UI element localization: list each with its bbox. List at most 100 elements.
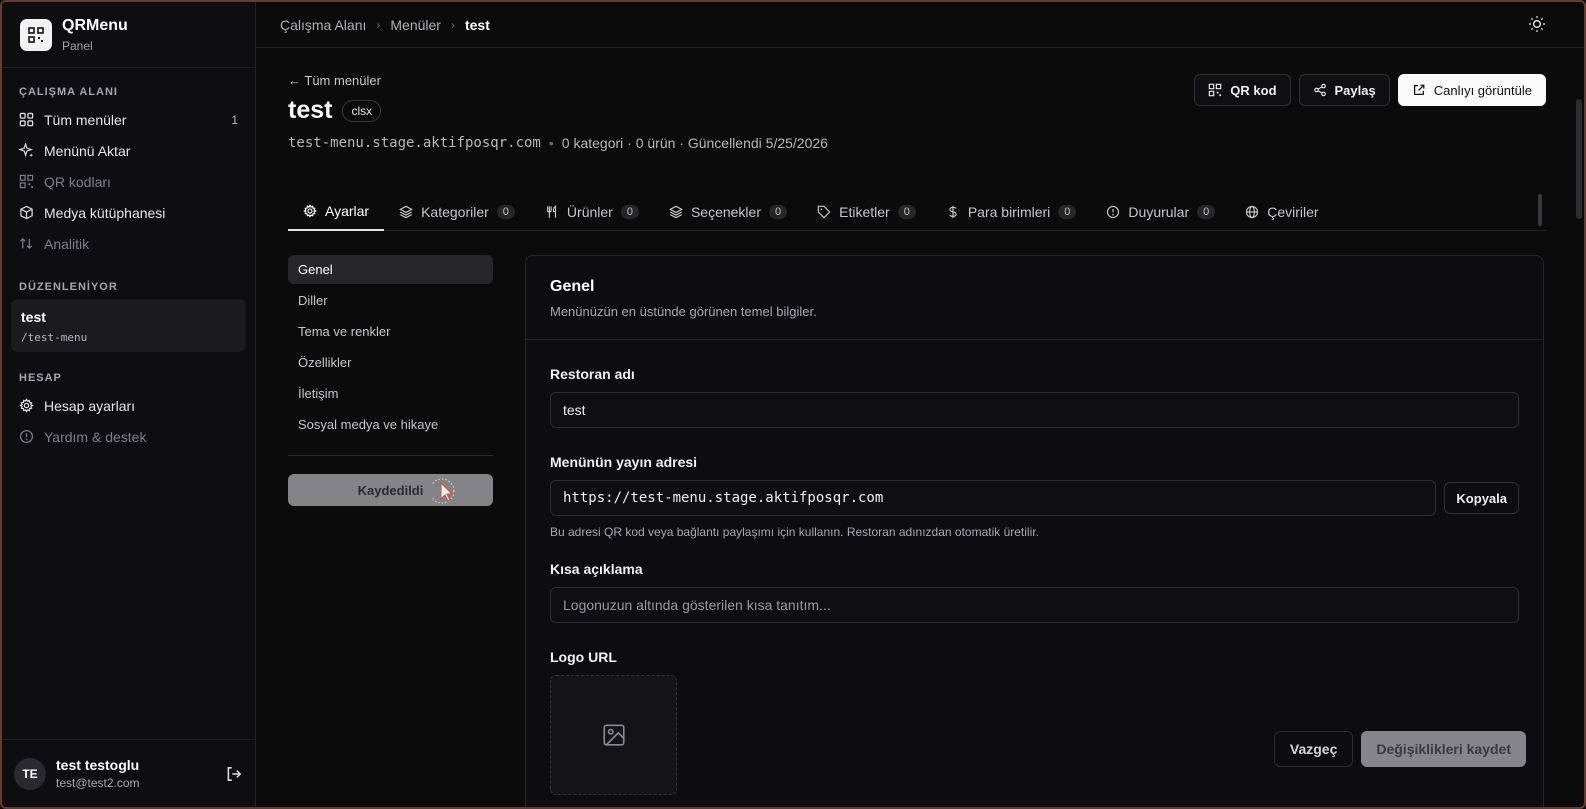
share-icon xyxy=(1313,83,1326,97)
chevron-right-icon: › xyxy=(450,17,455,32)
settings-subnav: Genel Diller Tema ve renkler Özellikler … xyxy=(288,255,493,506)
subnav-item-languages[interactable]: Diller xyxy=(288,286,493,315)
tab-settings[interactable]: Ayarlar xyxy=(288,193,385,231)
qr-logo-icon xyxy=(20,18,52,51)
breadcrumb-current: test xyxy=(464,16,490,33)
main-content: ← Tüm menüler test clsx test-menu.stage.… xyxy=(256,49,1584,807)
tab-products[interactable]: Ürünler 0 xyxy=(530,193,654,231)
tab-label: Etiketler xyxy=(839,204,890,220)
sparkle-icon xyxy=(19,143,34,158)
tag-icon xyxy=(817,205,831,219)
sidebar-item-label: QR kodları xyxy=(44,173,111,190)
tab-translations[interactable]: Çeviriler xyxy=(1230,193,1333,231)
tab-options[interactable]: Seçenekler 0 xyxy=(654,193,802,231)
separator-dot: • xyxy=(548,135,554,151)
back-to-menus-link[interactable]: ← Tüm menüler xyxy=(288,73,381,88)
sidebar-item-label: Tüm menüler xyxy=(44,111,127,128)
saved-button-label: Kaydedildi xyxy=(357,482,424,498)
section-label-account: HESAP xyxy=(19,372,62,384)
logout-icon[interactable] xyxy=(225,765,243,783)
save-changes-button[interactable]: Değişiklikleri kaydet xyxy=(1361,731,1526,767)
short-description-label: Kısa açıklama xyxy=(550,561,643,577)
subnav-item-contact[interactable]: İletişim xyxy=(288,379,493,408)
sidebar: QRMenu Panel ÇALIŞMA ALANI Tüm menüler 1… xyxy=(2,2,256,807)
layers-icon xyxy=(399,205,413,219)
view-live-button[interactable]: Canlıyı görüntüle xyxy=(1397,74,1546,106)
user-profile[interactable]: TE test testoglu test@test2.com xyxy=(2,739,255,807)
restaurant-name-input[interactable]: test xyxy=(550,392,1519,428)
gear-icon xyxy=(303,204,317,218)
sidebar-item-label: Analitik xyxy=(44,235,90,252)
tab-label: Duyurular xyxy=(1128,204,1190,220)
cancel-button[interactable]: Vazgeç xyxy=(1273,731,1354,767)
divider xyxy=(288,455,493,456)
gear-icon xyxy=(19,398,34,413)
tab-announcements[interactable]: Duyurular 0 xyxy=(1091,193,1230,231)
sort-arrows-icon xyxy=(19,237,33,250)
view-live-button-label: Canlıyı görüntüle xyxy=(1433,82,1532,98)
subnav-item-social[interactable]: Sosyal medya ve hikaye xyxy=(288,410,493,439)
editing-menu-card[interactable]: test /test-menu xyxy=(11,299,246,352)
sidebar-item-qr-codes[interactable]: QR kodları xyxy=(2,166,255,197)
tab-label: Para birimleri xyxy=(967,204,1051,220)
external-link-icon xyxy=(1413,84,1425,95)
qr-code-button[interactable]: QR kod xyxy=(1194,74,1291,106)
editing-menu-title: test xyxy=(21,309,46,325)
tab-categories[interactable]: Kategoriler 0 xyxy=(384,193,530,231)
sidebar-item-label: Hesap ayarları xyxy=(44,397,136,414)
menu-url-input[interactable]: https://test-menu.stage.aktifposqr.com xyxy=(550,480,1437,516)
app-window: QRMenu Panel ÇALIŞMA ALANI Tüm menüler 1… xyxy=(0,0,1586,809)
qr-icon xyxy=(19,174,34,189)
header-actions: QR kod Paylaş Canlıyı görüntüle xyxy=(1194,74,1546,106)
logo-url-label: Logo URL xyxy=(550,649,617,665)
sidebar-item-media-library[interactable]: Medya kütüphanesi xyxy=(2,197,255,228)
utensils-icon xyxy=(546,205,556,218)
share-button-label: Paylaş xyxy=(1334,82,1376,98)
breadcrumb-menus[interactable]: Menüler xyxy=(390,17,441,33)
menu-badge: clsx xyxy=(342,99,382,122)
general-settings-panel: Genel Menünüzün en üstünde görünen temel… xyxy=(525,255,1544,807)
sidebar-item-help[interactable]: Yardım & destek xyxy=(2,421,255,452)
share-button[interactable]: Paylaş xyxy=(1298,74,1390,106)
menu-url-hint: Bu adresi QR kod veya bağlantı paylaşımı… xyxy=(550,525,1039,539)
tab-label: Çeviriler xyxy=(1267,204,1319,220)
brand[interactable]: QRMenu Panel xyxy=(2,2,255,68)
panel-description: Menünüzün en üstünde görünen temel bilgi… xyxy=(550,304,817,319)
grid-icon xyxy=(19,112,34,127)
subnav-item-general[interactable]: Genel xyxy=(288,255,493,284)
image-icon xyxy=(602,724,625,746)
tab-count: 0 xyxy=(897,205,916,219)
menu-slug: test-menu.stage.aktifposqr.com xyxy=(288,135,541,151)
sidebar-item-account-settings[interactable]: Hesap ayarları xyxy=(2,390,255,421)
tab-tags[interactable]: Etiketler 0 xyxy=(802,193,931,231)
sidebar-item-analytics[interactable]: Analitik xyxy=(2,228,255,259)
subnav-item-theme[interactable]: Tema ve renkler xyxy=(288,317,493,346)
tab-count: 0 xyxy=(1197,205,1216,219)
sidebar-item-all-menus[interactable]: Tüm menüler 1 xyxy=(2,104,255,135)
logo-upload-dropzone[interactable] xyxy=(550,675,677,795)
qr-icon xyxy=(1209,83,1222,97)
alert-circle-icon xyxy=(1107,205,1120,219)
subnav-item-features[interactable]: Özellikler xyxy=(288,348,493,377)
page-scrollbar[interactable] xyxy=(1576,99,1582,219)
globe-icon xyxy=(1246,205,1259,219)
topbar: Çalışma Alanı › Menüler › test xyxy=(256,2,1584,48)
tab-count: 0 xyxy=(1058,205,1077,219)
sidebar-item-import-menu[interactable]: Menünü Aktar xyxy=(2,135,255,166)
short-description-input[interactable]: Logonuzun altında gösterilen kısa tanıtı… xyxy=(550,587,1519,623)
restaurant-name-label: Restoran adı xyxy=(550,366,635,382)
sidebar-item-label: Yardım & destek xyxy=(44,428,147,445)
sidebar-item-label: Menünü Aktar xyxy=(44,142,131,159)
chevron-right-icon: › xyxy=(376,17,381,32)
tabs-scrollbar[interactable] xyxy=(1538,194,1542,226)
saved-button[interactable]: Kaydedildi xyxy=(288,474,493,506)
copy-url-button[interactable]: Kopyala xyxy=(1444,482,1519,514)
dollar-icon xyxy=(949,205,957,219)
user-email: test@test2.com xyxy=(56,776,140,790)
tab-currencies[interactable]: Para birimleri 0 xyxy=(931,193,1092,231)
sun-icon[interactable] xyxy=(1528,15,1546,33)
help-circle-icon xyxy=(19,429,34,444)
layers-icon xyxy=(669,205,683,219)
breadcrumb-workspace[interactable]: Çalışma Alanı xyxy=(280,17,366,33)
tab-count: 0 xyxy=(496,205,515,219)
